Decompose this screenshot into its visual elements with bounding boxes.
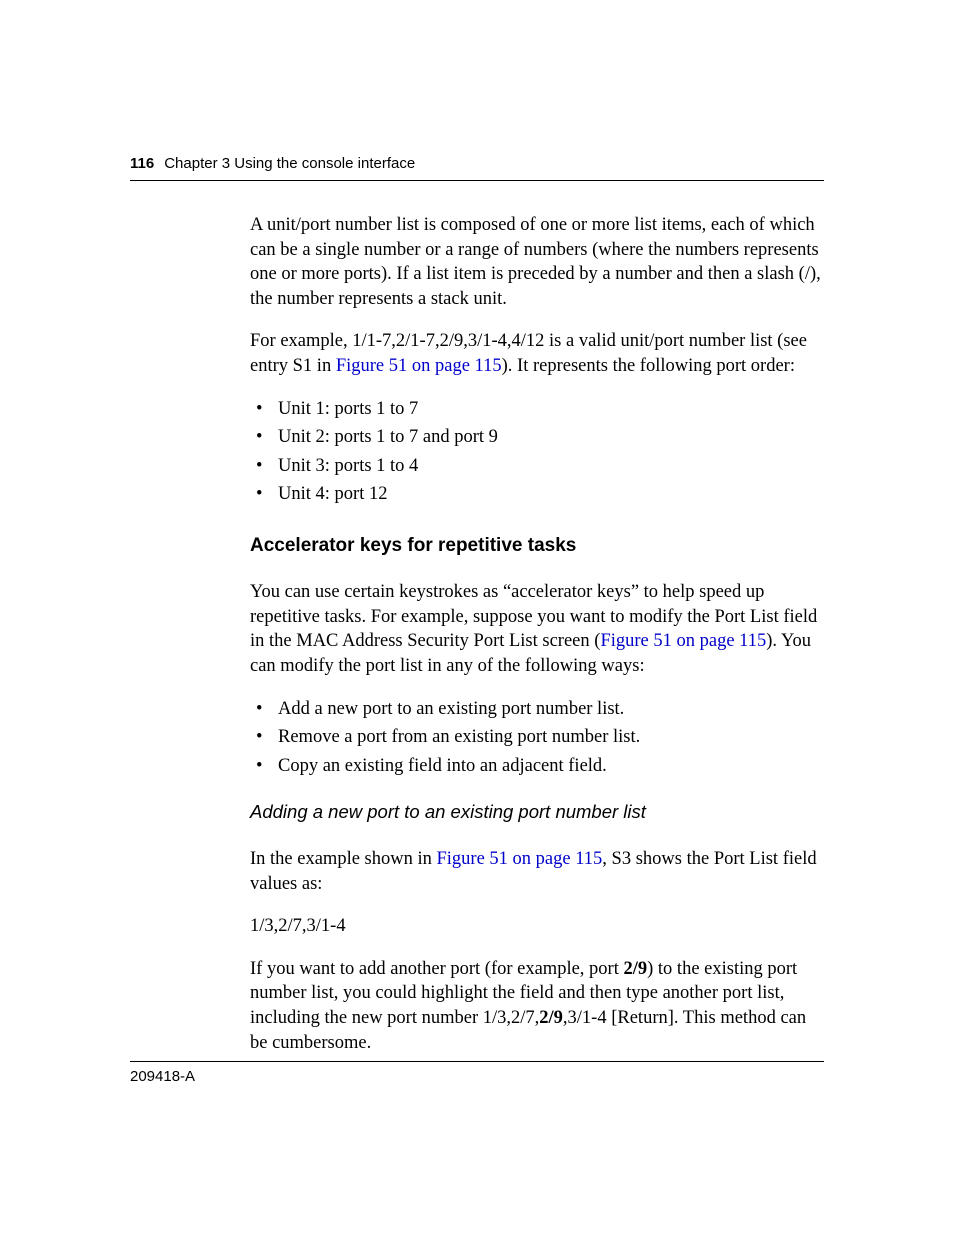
list-item: Add a new port to an existing port numbe… (278, 697, 824, 722)
bullet-list: Unit 1: ports 1 to 7 Unit 2: ports 1 to … (250, 397, 824, 507)
chapter-label: Chapter 3 Using the console interface (164, 155, 415, 172)
text: If you want to add another port (for exa… (250, 959, 623, 979)
section-heading: Accelerator keys for repetitive tasks (250, 533, 824, 558)
list-item: Remove a port from an existing port numb… (278, 725, 824, 750)
paragraph: If you want to add another port (for exa… (250, 957, 824, 1055)
bold-text: 2/9 (623, 959, 647, 979)
text: In the example shown in (250, 849, 437, 869)
bullet-list: Add a new port to an existing port numbe… (250, 697, 824, 779)
list-item: Copy an existing field into an adjacent … (278, 754, 824, 779)
paragraph: For example, 1/1-7,2/1-7,2/9,3/1-4,4/12 … (250, 329, 824, 378)
figure-link[interactable]: Figure 51 on page 115 (437, 849, 603, 869)
text: ). It represents the following port orde… (502, 356, 795, 376)
running-header: 116 Chapter 3 Using the console interfac… (130, 155, 824, 181)
paragraph: In the example shown in Figure 51 on pag… (250, 847, 824, 896)
list-item: Unit 4: port 12 (278, 482, 824, 507)
body-content: A unit/port number list is composed of o… (250, 213, 824, 1055)
subsection-heading: Adding a new port to an existing port nu… (250, 800, 824, 825)
figure-link[interactable]: Figure 51 on page 115 (336, 356, 502, 376)
page-number: 116 (130, 155, 154, 172)
code-line: 1/3,2/7,3/1-4 (250, 914, 824, 939)
bold-text: 2/9 (539, 1008, 563, 1028)
list-item: Unit 3: ports 1 to 4 (278, 454, 824, 479)
document-number: 209418-A (130, 1068, 195, 1085)
figure-link[interactable]: Figure 51 on page 115 (600, 631, 766, 651)
list-item: Unit 1: ports 1 to 7 (278, 397, 824, 422)
running-footer: 209418-A (130, 1061, 824, 1085)
list-item: Unit 2: ports 1 to 7 and port 9 (278, 425, 824, 450)
paragraph: A unit/port number list is composed of o… (250, 213, 824, 311)
paragraph: You can use certain keystrokes as “accel… (250, 580, 824, 678)
